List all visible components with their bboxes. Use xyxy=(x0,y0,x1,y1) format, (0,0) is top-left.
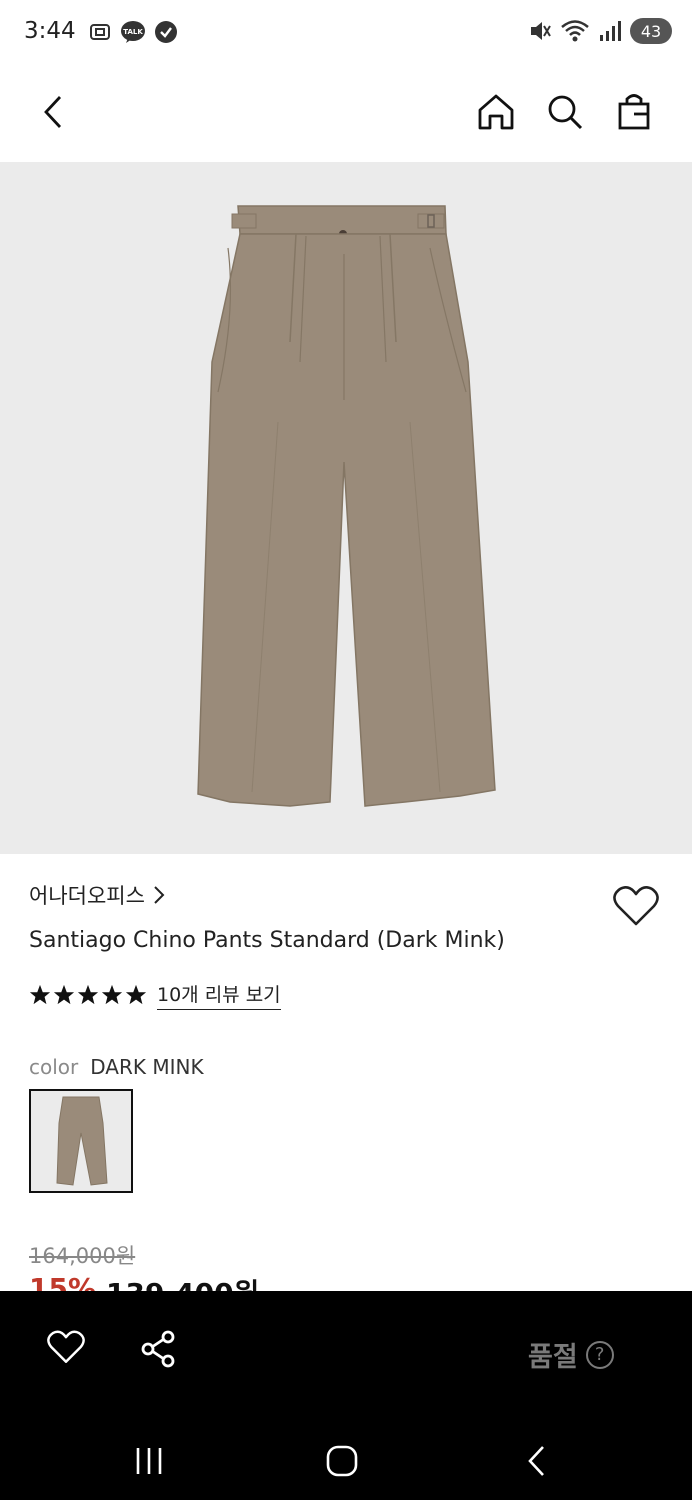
bottom-wishlist-button[interactable] xyxy=(46,1329,92,1375)
recent-apps-button[interactable] xyxy=(125,1437,173,1485)
heart-icon xyxy=(47,1330,85,1363)
chevron-right-icon xyxy=(154,886,165,904)
star-icon xyxy=(29,984,51,1005)
product-name: Santiago Chino Pants Standard (Dark Mink… xyxy=(29,928,505,953)
color-swatch-dark-mink[interactable] xyxy=(29,1089,133,1193)
original-price: 164,000원 xyxy=(29,1244,136,1268)
bottom-action-bar: 품절 ? xyxy=(0,1291,692,1500)
soldout-status: 품절 ? xyxy=(528,1335,614,1374)
shopping-bag-button[interactable] xyxy=(610,88,658,136)
status-time: 3:44 xyxy=(24,18,76,44)
mute-icon xyxy=(531,22,551,40)
share-icon xyxy=(141,1330,175,1368)
home-nav-icon xyxy=(326,1445,358,1477)
star-icon xyxy=(125,984,147,1005)
back-nav-button[interactable] xyxy=(512,1437,560,1485)
back-icon xyxy=(44,96,62,128)
discount-rate: 15% xyxy=(29,1272,97,1305)
help-icon[interactable]: ? xyxy=(585,1340,614,1369)
sale-price-row: 15% 139,400원 xyxy=(29,1272,259,1310)
share-button[interactable] xyxy=(138,1329,184,1375)
sale-price: 139,400원 xyxy=(106,1272,259,1310)
back-nav-icon xyxy=(528,1446,544,1476)
color-label: color xyxy=(29,1055,79,1079)
product-image[interactable] xyxy=(0,162,692,854)
brand-name: 어나더오피스 xyxy=(29,884,145,908)
status-left-icons: TALK xyxy=(88,20,178,44)
svg-text:TALK: TALK xyxy=(123,28,143,36)
color-row: color DARK MINK xyxy=(29,1055,204,1079)
color-value: DARK MINK xyxy=(90,1055,204,1079)
brand-link[interactable]: 어나더오피스 xyxy=(29,880,165,910)
back-button[interactable] xyxy=(30,88,78,136)
star-icon xyxy=(101,984,123,1005)
system-nav-bar xyxy=(0,1421,692,1500)
check-circle-icon xyxy=(155,21,177,43)
heart-icon xyxy=(613,886,659,926)
app-header xyxy=(0,64,692,162)
status-right-icons: 43 xyxy=(528,18,672,44)
search-icon xyxy=(548,95,583,130)
signal-icon xyxy=(600,21,621,41)
wishlist-button[interactable] xyxy=(612,884,664,932)
screenshot-icon xyxy=(90,24,110,40)
search-button[interactable] xyxy=(541,88,589,136)
kakaotalk-icon: TALK xyxy=(121,21,145,43)
home-nav-button[interactable] xyxy=(318,1437,366,1485)
soldout-label: 품절 xyxy=(528,1342,578,1373)
review-link[interactable]: 10개 리뷰 보기 xyxy=(157,980,281,1010)
swatch-thumbnail xyxy=(56,1096,108,1186)
battery-indicator: 43 xyxy=(630,18,672,44)
rating-stars xyxy=(29,984,147,1006)
status-bar: 3:44 TALK 43 xyxy=(0,0,692,64)
shopping-bag-icon xyxy=(618,94,650,130)
wifi-icon xyxy=(561,20,589,42)
home-icon xyxy=(478,94,514,130)
star-icon xyxy=(53,984,75,1005)
home-button[interactable] xyxy=(472,88,520,136)
recent-apps-icon xyxy=(136,1448,162,1474)
rating-row: 10개 리뷰 보기 xyxy=(29,980,281,1010)
star-icon xyxy=(77,984,99,1005)
pants-illustration xyxy=(197,205,496,807)
